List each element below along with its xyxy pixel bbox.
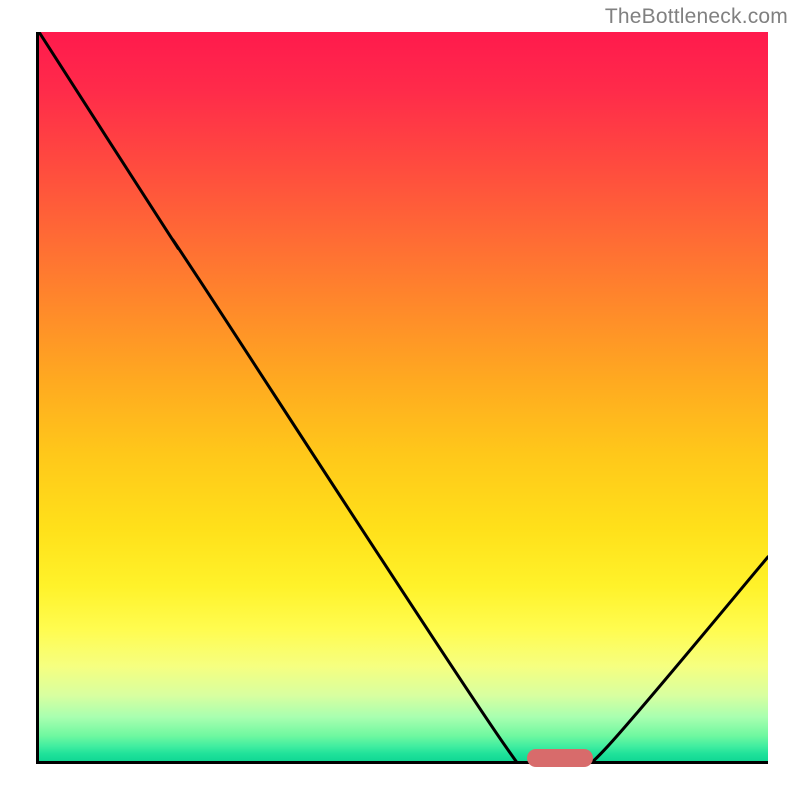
optimum-marker [527,749,593,767]
chart-plot-area [36,32,768,764]
watermark-text: TheBottleneck.com [605,5,788,29]
chart-background-gradient [39,32,768,761]
